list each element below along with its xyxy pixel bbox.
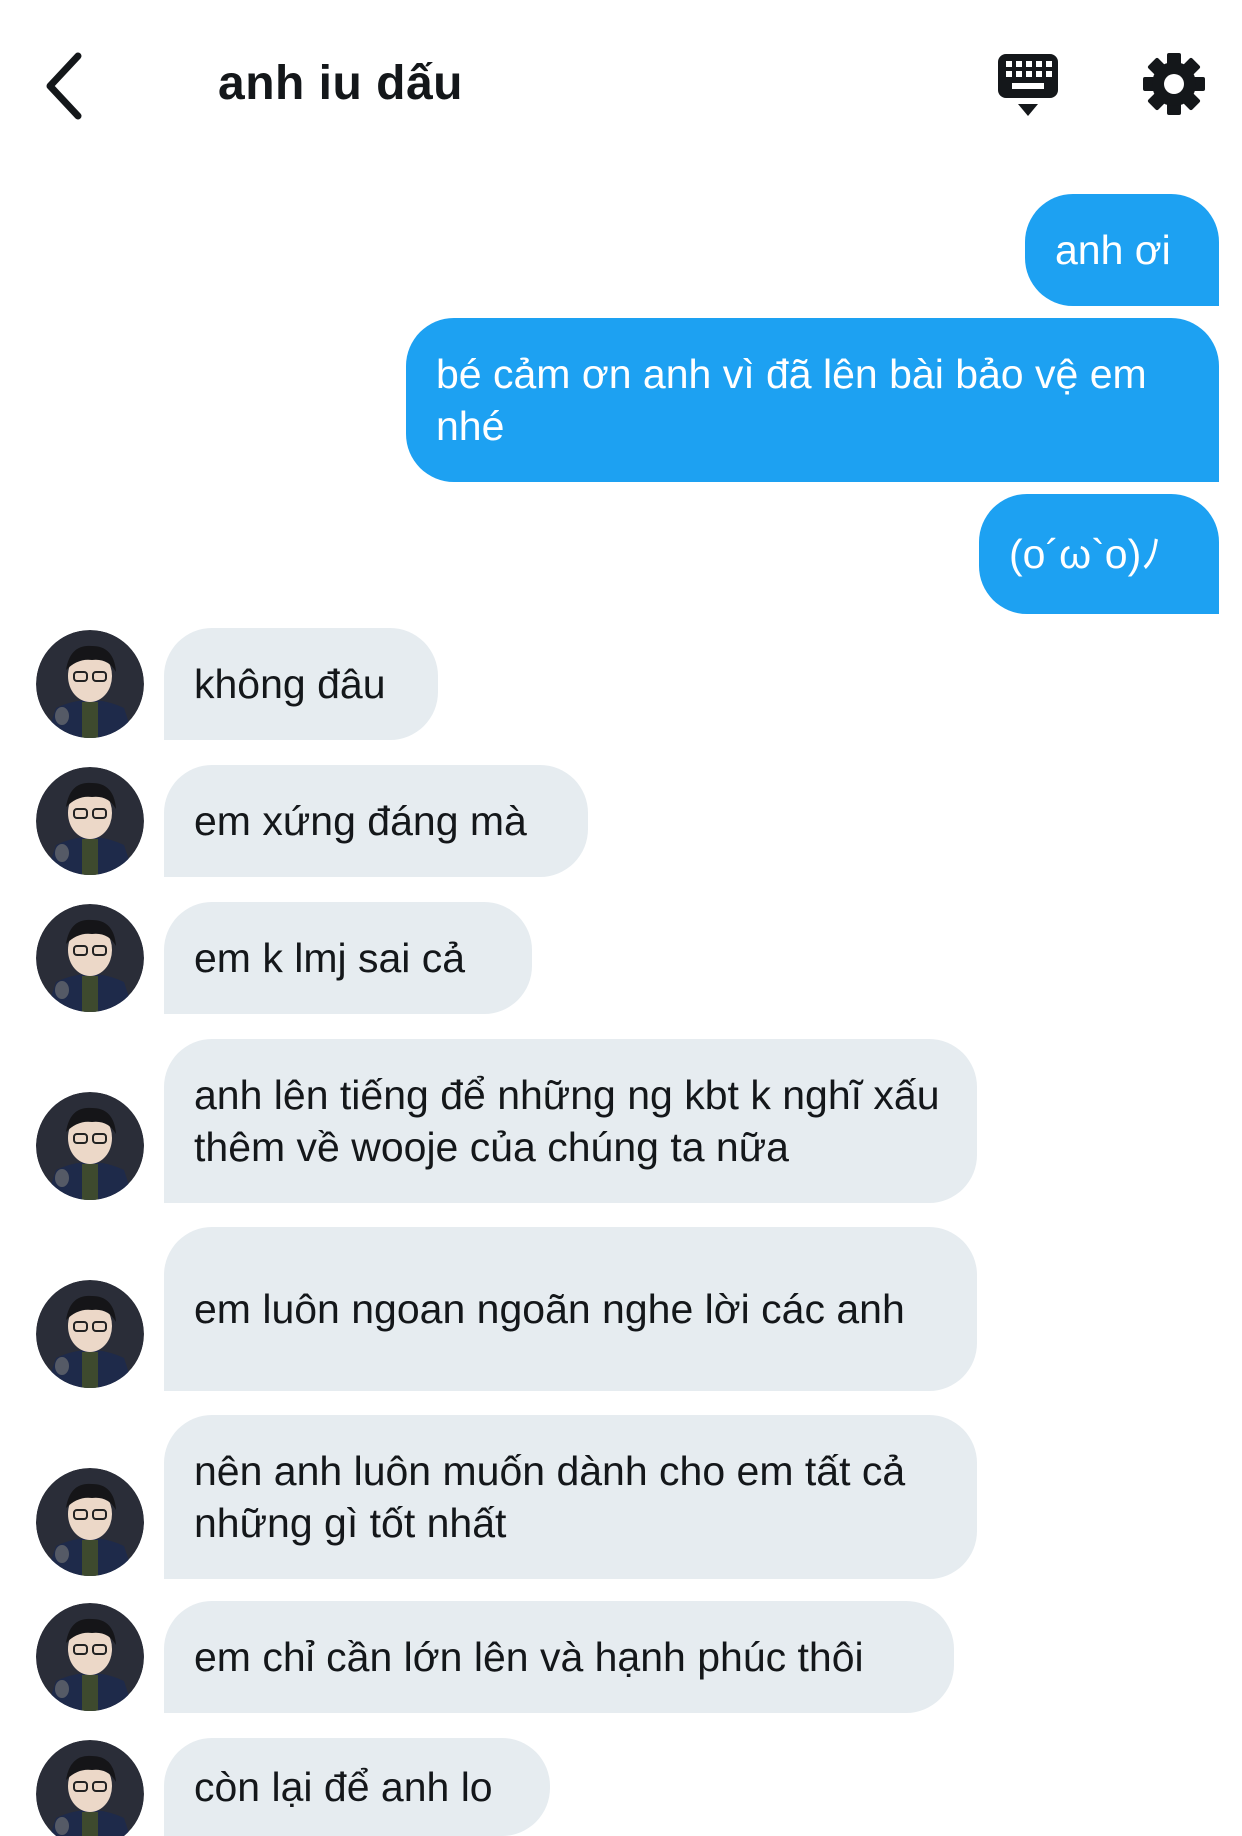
avatar-photo — [36, 1740, 144, 1836]
back-button[interactable] — [40, 48, 90, 124]
avatar[interactable] — [36, 1092, 144, 1200]
avatar-photo — [36, 1603, 144, 1711]
message-text: nên anh luôn muốn dành cho em tất cả nhữ… — [194, 1448, 917, 1546]
chevron-left-icon — [46, 52, 82, 120]
incoming-message[interactable]: không đâu — [164, 628, 438, 740]
incoming-message[interactable]: em xứng đáng mà — [164, 765, 588, 877]
avatar[interactable] — [36, 1280, 144, 1388]
avatar-photo — [36, 1092, 144, 1200]
message-text: em chỉ cần lớn lên và hạnh phúc thôi — [194, 1634, 864, 1680]
outgoing-message[interactable]: bé cảm ơn anh vì đã lên bài bảo vệ em nh… — [406, 318, 1219, 482]
avatar-photo — [36, 767, 144, 875]
avatar-photo — [36, 1280, 144, 1388]
settings-button[interactable] — [1142, 52, 1206, 116]
incoming-message[interactable]: em k lmj sai cả — [164, 902, 532, 1014]
avatar-photo — [36, 1468, 144, 1576]
incoming-message[interactable]: anh lên tiếng để những ng kbt k nghĩ xấu… — [164, 1039, 977, 1203]
message-text: em xứng đáng mà — [194, 798, 527, 844]
message-text: bé cảm ơn anh vì đã lên bài bảo vệ em nh… — [436, 351, 1159, 449]
outgoing-message[interactable]: anh ơi — [1025, 194, 1219, 306]
message-text: anh lên tiếng để những ng kbt k nghĩ xấu… — [194, 1072, 951, 1170]
incoming-message[interactable]: nên anh luôn muốn dành cho em tất cả nhữ… — [164, 1415, 977, 1579]
incoming-message[interactable]: em luôn ngoan ngoãn nghe lời các anh — [164, 1227, 977, 1391]
message-text: (o´ω`o)ﾉ — [1009, 531, 1162, 577]
conversation-title: anh iu dấu — [218, 57, 463, 110]
avatar[interactable] — [36, 1603, 144, 1711]
incoming-message[interactable]: còn lại để anh lo — [164, 1738, 550, 1836]
conversation-header: anh iu dấu — [0, 0, 1242, 170]
avatar[interactable] — [36, 904, 144, 1012]
message-text: em k lmj sai cả — [194, 935, 466, 981]
avatar[interactable] — [36, 1740, 144, 1836]
avatar[interactable] — [36, 630, 144, 738]
keyboard-icon — [998, 54, 1058, 116]
avatar-photo — [36, 904, 144, 1012]
outgoing-message[interactable]: (o´ω`o)ﾉ — [979, 494, 1219, 614]
message-text: còn lại để anh lo — [194, 1764, 493, 1810]
avatar-photo — [36, 630, 144, 738]
avatar[interactable] — [36, 767, 144, 875]
avatar[interactable] — [36, 1468, 144, 1576]
message-text: anh ơi — [1055, 227, 1171, 273]
message-text: em luôn ngoan ngoãn nghe lời các anh — [194, 1286, 905, 1332]
gear-icon — [1143, 53, 1205, 115]
message-text: không đâu — [194, 661, 386, 707]
incoming-message[interactable]: em chỉ cần lớn lên và hạnh phúc thôi — [164, 1601, 954, 1713]
keyboard-button[interactable] — [996, 52, 1060, 120]
